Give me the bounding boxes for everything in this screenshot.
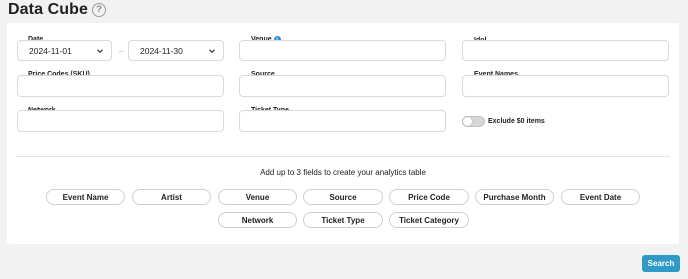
event-names-input[interactable] <box>462 75 669 97</box>
network-input[interactable] <box>17 110 224 132</box>
date-start-value: 2024-11-01 <box>29 45 72 56</box>
exclude-zero-toggle[interactable] <box>462 116 485 127</box>
filter-card: Date 2024-11-01 – 2024-11-30 Venue i Ido… <box>7 23 679 244</box>
page-header: Data Cube ? <box>8 1 107 19</box>
divider <box>16 156 670 157</box>
chip-ticket-category[interactable]: Ticket Category <box>389 212 469 228</box>
chip-source[interactable]: Source <box>303 189 383 205</box>
search-button[interactable]: Search <box>642 255 680 272</box>
toggle-knob <box>463 117 472 126</box>
venue-input[interactable] <box>239 40 446 61</box>
analytics-hint: Add up to 3 fields to create your analyt… <box>260 168 426 177</box>
chip-network[interactable]: Network <box>218 212 297 228</box>
chip-venue[interactable]: Venue <box>218 189 297 205</box>
ticket-type-input[interactable] <box>239 110 446 132</box>
help-icon[interactable]: ? <box>92 3 107 17</box>
chip-price-code[interactable]: Price Code <box>389 189 469 205</box>
chip-purchase-month[interactable]: Purchase Month <box>475 189 554 205</box>
page-title: Data Cube <box>8 1 89 18</box>
chip-event-date[interactable]: Event Date <box>561 189 640 205</box>
date-end-select[interactable]: 2024-11-30 <box>128 40 224 61</box>
chip-ticket-type[interactable]: Ticket Type <box>303 212 383 228</box>
chip-event-name[interactable]: Event Name <box>46 189 125 205</box>
chip-artist[interactable]: Artist <box>132 189 211 205</box>
date-start-select[interactable]: 2024-11-01 <box>17 40 112 61</box>
date-range-separator: – <box>119 47 124 56</box>
price-codes-input[interactable] <box>17 75 224 97</box>
date-end-value: 2024-11-30 <box>140 45 183 56</box>
chevron-down-icon <box>97 48 103 53</box>
source-input[interactable] <box>239 75 446 97</box>
idol-input[interactable] <box>462 40 669 61</box>
chevron-down-icon <box>209 48 215 53</box>
exclude-zero-label: Exclude $0 items <box>488 118 545 125</box>
